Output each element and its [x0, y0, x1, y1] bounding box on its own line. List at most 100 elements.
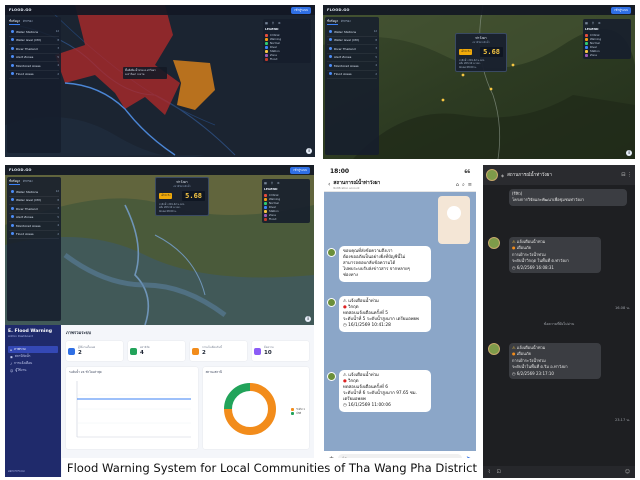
station-icon [130, 347, 137, 355]
layer-item[interactable]: Flood Areas 2 [327, 71, 377, 79]
window-controls[interactable]: ⊟ ⋮ [621, 172, 632, 178]
layer-dot-icon [11, 29, 14, 33]
nav-alerts[interactable]: ♪ การแจ้งเตือน [8, 360, 58, 367]
figure-caption: Flood Warning System for Local Communiti… [62, 458, 482, 478]
settings-icon[interactable]: ⚙ [598, 21, 601, 25]
layer-item[interactable]: Monitored Areas 4 [9, 62, 59, 71]
layer-dot-icon [11, 46, 14, 50]
attach-icon[interactable]: ⌇ [488, 469, 490, 475]
tab-filters[interactable]: ตัวกรอง [23, 19, 33, 25]
station-status-chart: สถานะสถานี ระดับ 1 ปกติ [202, 367, 309, 449]
bot-avatar [488, 237, 500, 249]
chat-message: ขอบคุณที่ส่งข้อความถึงเรา ต้องขออภัยเป็น… [339, 246, 431, 282]
tab-filters[interactable]: ตัวกรอง [341, 19, 351, 25]
nav-stations[interactable]: ◉ สถานีวัดน้ำ [8, 353, 58, 360]
layer-item[interactable]: Alert Zones 5 [9, 54, 59, 62]
water-level-chart: ระดับน้ำ 24 ชั่วโมงล่าสุด [66, 367, 198, 449]
layer-item[interactable]: Alert Zones 5 [327, 54, 377, 62]
status-badge: เฝ้าระวัง [459, 49, 473, 55]
layer-item[interactable]: Water level (CM) 8 [327, 37, 377, 45]
map-popup: พื้นที่เสี่ยงน้ำท่วม ต.ท่าวังผา อ.ท่าวัง… [123, 67, 167, 79]
layers-icon[interactable]: ▦ [585, 21, 588, 25]
home-icon: ⌂ [10, 347, 13, 352]
bot-avatar [327, 372, 336, 381]
logout-link[interactable]: ออกจากระบบ [8, 469, 25, 474]
shield-icon: ◈ [501, 172, 505, 178]
alert-icon [192, 347, 199, 355]
info-icon[interactable]: i [305, 316, 311, 322]
status-badge: เฝ้าระวัง [159, 193, 173, 199]
back-icon[interactable]: ‹ [328, 181, 330, 188]
info-icon[interactable]: i [306, 148, 312, 154]
chat-title: สถานการณ์น้ำท่าวังผา [333, 181, 381, 186]
layer-item[interactable]: Flood Areas 2 [9, 71, 59, 79]
page-title: ภาพรวมระบบ [66, 330, 92, 335]
crop-icon[interactable]: ⊡ [496, 469, 500, 475]
user-icon: ☺ [10, 368, 14, 373]
chat-body: ขอบคุณที่ส่งข้อความถึงเรา ต้องขออภัยเป็น… [324, 192, 476, 466]
layer-item[interactable]: Water Stations 12 [327, 28, 377, 37]
layer-item[interactable]: Flood Areas 2 [9, 231, 59, 239]
login-button[interactable]: เข้าสู่ระบบ [611, 6, 631, 14]
dashboard-sidebar: E. Flood Warning Admin Dashboard ⌂ ภาพรวม… [5, 325, 61, 477]
layer-item[interactable]: Monitored Areas 4 [9, 222, 59, 231]
chat-title: สถานการณ์น้ำท่าวังผา [507, 172, 552, 178]
layer-item[interactable]: River Thailand 3 [327, 45, 377, 54]
alert-message: ⚠ แจ้งเตือนน้ำท่วม ● เตือนภัย การเฝ้าระว… [509, 343, 601, 380]
bell-icon: ♪ [10, 361, 13, 366]
layer-item[interactable]: Water level (CM) 8 [9, 37, 59, 45]
nav-users[interactable]: ☺ ผู้ใช้งาน [8, 367, 58, 374]
station-icon: ◉ [10, 354, 13, 359]
map-topbar: FLOOD.GO เข้าสู่ระบบ [5, 5, 315, 15]
chat-header: ◈ สถานการณ์น้ำท่าวังผา ⊟ ⋮ [483, 165, 635, 185]
line-chat-light: 18:00 66 ‹ สถานการณ์น้ำท่าวังผา Notifica… [324, 165, 476, 466]
nav-overview[interactable]: ⌂ ภาพรวม [8, 346, 58, 353]
layers-icon[interactable]: ▦ [265, 21, 268, 25]
unread-divider: ข้อความที่ยังไม่อ่าน [543, 322, 575, 326]
tab-filters[interactable]: ตัวกรอง [23, 179, 33, 185]
message-time: 23.17 น. [614, 418, 630, 422]
layer-sidebar: ชั้นข้อมูล ตัวกรอง Water Stations 12 Water… [325, 17, 379, 155]
water-level-card[interactable]: ท่าวังผา สถานีวัดระดับน้ำ เฝ้าระวัง 5.68 … [155, 177, 209, 217]
layer-item[interactable]: Monitored Areas 4 [327, 62, 377, 71]
filter-icon[interactable]: ⚲ [271, 181, 273, 185]
donut-slice-1 [223, 383, 250, 410]
emoji-icon[interactable]: ☺ [625, 469, 630, 475]
tab-layers[interactable]: ชั้นข้อมูล [9, 19, 20, 25]
water-level-card[interactable]: ท่าวังผา สถานีวัดระดับน้ำ เฝ้าระวัง 5.68 … [455, 33, 507, 73]
message-time: 16.08 น. [614, 306, 630, 310]
donut-legend-item: ปกติ [291, 411, 305, 415]
login-button[interactable]: เข้าสู่ระบบ [291, 6, 311, 14]
layers-icon[interactable]: ▦ [264, 181, 267, 185]
layer-dot-icon [11, 63, 14, 67]
chat-message: (รีฟิว) โครงการวิจัยและพัฒนาเพื่อชุมชนท่… [509, 189, 627, 206]
clock: 18:00 [330, 168, 350, 175]
search-icon[interactable]: ⌕ [462, 182, 465, 188]
map-panel-flood: FLOOD.GO เข้าสู่ระบบ ชั้นข้อมูล ตัวกรอง … [5, 5, 315, 157]
settings-icon[interactable]: ⚙ [277, 181, 280, 185]
layer-item[interactable]: Water Stations 12 [9, 28, 59, 37]
tab-layers[interactable]: ชั้นข้อมูล [9, 179, 20, 185]
layer-item[interactable]: Water Stations 12 [9, 188, 59, 197]
layer-dot-icon [11, 72, 14, 76]
stat-card-users: ผู้ใช้งานทั้งหมด 2 [66, 341, 123, 361]
login-button[interactable]: เข้าสู่ระบบ [290, 166, 310, 174]
legend-panel: ▦ ⚲ ⚙ LEGEND Critical Warning Normal River… [263, 19, 311, 63]
map-panel-satellite: FLOOD.GO เข้าสู่ระบบ ชั้นข้อมูล ตัวกรอง Wa… [323, 5, 635, 159]
bot-avatar [488, 343, 500, 355]
settings-icon[interactable]: ⚙ [278, 21, 281, 25]
message-icon [254, 347, 261, 355]
tab-layers[interactable]: ชั้นข้อมูล [327, 19, 338, 25]
alert-message: ⚠ แจ้งเตือนน้ำท่วม ● วิกฤต ทดสอบแจ้งเตือ… [339, 296, 431, 332]
layer-item[interactable]: River Thailand 3 [9, 45, 59, 54]
layer-item[interactable]: Alert Zones 5 [9, 214, 59, 222]
menu-icon[interactable]: ≡ [468, 182, 472, 188]
layer-item[interactable]: Water level (CM) 8 [9, 197, 59, 205]
chat-dark: ◈ สถานการณ์น้ำท่าวังผา ⊟ ⋮ (รีฟิว) โครงก… [483, 165, 635, 478]
home-icon[interactable]: ⌂ [456, 182, 459, 188]
layer-item[interactable]: River Thailand 3 [9, 205, 59, 214]
stat-card-stations: สถานีวัด 4 [128, 341, 185, 361]
filter-icon[interactable]: ⚲ [592, 21, 594, 25]
filter-icon[interactable]: ⚲ [272, 21, 274, 25]
info-icon[interactable]: i [626, 150, 632, 156]
